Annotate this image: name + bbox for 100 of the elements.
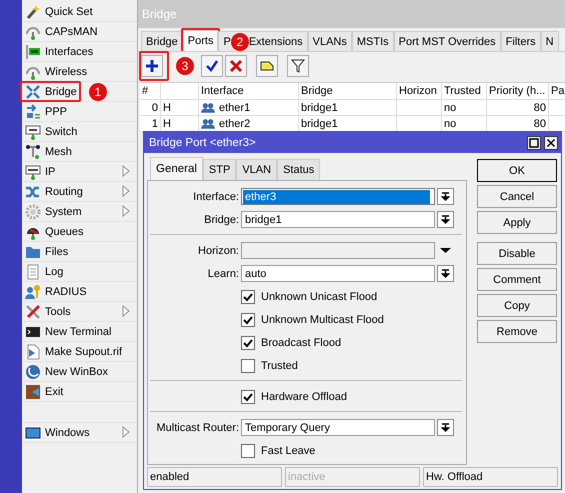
checkbox[interactable]: Unknown Unicast Flood <box>241 285 378 308</box>
field-label: Horizon: <box>197 244 240 257</box>
menu-item[interactable]: Switch <box>22 123 80 140</box>
dialog-button[interactable]: Remove <box>477 320 557 344</box>
submenu-arrow-icon <box>122 165 130 177</box>
menu-item[interactable]: Make Supout.rif <box>22 343 124 360</box>
menu-item[interactable]: Files <box>22 243 70 260</box>
table-cell: H <box>163 118 171 130</box>
ip-icon <box>25 164 41 180</box>
add-button[interactable] <box>141 55 163 77</box>
checkbox[interactable]: Unknown Multicast Flood <box>241 308 384 332</box>
dialog-button[interactable]: Copy <box>477 294 557 318</box>
field-label: Interface: <box>192 190 240 203</box>
arrows-icon <box>25 84 41 100</box>
menu-item[interactable]: Exit <box>22 383 66 400</box>
check-icon <box>243 338 253 348</box>
table-cell: ether1 <box>219 102 250 114</box>
menu-item[interactable]: Mesh <box>22 143 74 160</box>
column-header[interactable]: Pa <box>549 83 565 99</box>
dialog-button[interactable]: Cancel <box>477 185 557 208</box>
maximize-icon[interactable] <box>527 136 541 150</box>
menu-item[interactable]: Quick Set <box>22 3 95 20</box>
switch-icon <box>25 124 41 140</box>
dropdown-field[interactable]: ether3 <box>241 188 435 206</box>
column-header[interactable]: Trusted <box>442 83 487 99</box>
menu-item[interactable]: Routing <box>22 183 85 200</box>
menu-item[interactable]: IP <box>22 163 58 180</box>
users-icon <box>201 102 215 113</box>
menu-item[interactable]: Tools <box>22 303 73 320</box>
window-icon <box>25 424 41 440</box>
table-cell: bridge1 <box>301 118 338 130</box>
tab[interactable]: STP <box>202 159 236 180</box>
tools-icon <box>25 304 41 320</box>
table-cell: 80 <box>534 118 546 130</box>
enable-button[interactable] <box>201 55 223 77</box>
submenu-arrow-icon <box>122 305 130 317</box>
dropdown-button-icon[interactable] <box>437 265 454 282</box>
table-cell: ether2 <box>219 118 250 130</box>
menu-item[interactable]: RADIUS <box>22 283 89 300</box>
tab[interactable]: Bridge <box>141 31 183 51</box>
checkbox[interactable]: Broadcast Flood <box>241 331 342 354</box>
tab[interactable]: VLANs <box>308 31 352 51</box>
menu-item[interactable]: PPP <box>22 103 70 120</box>
check-icon <box>243 292 253 302</box>
menu-item[interactable]: Wireless <box>22 63 90 80</box>
dialog-button[interactable]: Disable <box>477 242 557 266</box>
field-label: Learn: <box>206 268 240 280</box>
field-label: Bridge: <box>203 214 240 226</box>
tab[interactable]: General <box>150 157 203 180</box>
dropdown-button-icon[interactable] <box>437 188 454 206</box>
menu-item[interactable]: Log <box>22 263 66 280</box>
dropdown-button-icon[interactable] <box>437 419 454 436</box>
table-cell: 1 <box>152 118 158 130</box>
disable-button[interactable] <box>225 55 247 77</box>
menu-item[interactable]: Interfaces <box>22 43 96 60</box>
dropdown-field[interactable]: Temporary Query <box>241 419 435 436</box>
menu-item[interactable]: Queues <box>22 223 86 240</box>
dialog-button[interactable]: Comment <box>477 268 557 292</box>
dialog-title: Bridge Port <ether3> <box>149 136 256 149</box>
dropdown-field[interactable]: auto <box>241 265 435 282</box>
tab[interactable]: Ports <box>182 30 218 51</box>
check-icon <box>243 314 253 325</box>
column-header[interactable]: Bridge <box>299 83 397 99</box>
close-icon[interactable] <box>544 136 558 150</box>
submenu-arrow-icon <box>122 426 130 438</box>
menu-item[interactable]: New WinBox <box>22 363 110 380</box>
menu-item[interactable]: System <box>22 203 84 220</box>
menu-item[interactable]: New Terminal <box>22 323 114 340</box>
column-header[interactable]: Priority (h... <box>487 83 549 99</box>
tab[interactable]: Status <box>277 159 320 180</box>
tab[interactable]: VLAN <box>236 159 278 180</box>
column-header[interactable]: Horizon <box>397 83 442 99</box>
cross-icon <box>229 59 243 73</box>
checkbox[interactable]: Fast Leave <box>241 439 316 462</box>
tab[interactable]: MSTIs <box>352 31 394 51</box>
menu-item[interactable]: Bridge <box>22 83 79 100</box>
status-field: Hw. Offload <box>423 467 558 487</box>
column-header[interactable]: Interface <box>199 83 299 99</box>
plus-icon <box>145 59 159 73</box>
checkbox[interactable]: Hardware Offload <box>241 385 348 408</box>
tab[interactable]: N <box>540 31 559 51</box>
table-cell: 80 <box>534 102 546 114</box>
table-cell: no <box>444 102 456 114</box>
document-arrow-icon <box>25 344 41 360</box>
table-cell: bridge1 <box>301 102 338 114</box>
column-header[interactable]: # <box>140 83 161 99</box>
dropdown-field[interactable]: bridge1 <box>241 211 435 228</box>
dialog-button[interactable]: Apply <box>477 211 557 234</box>
tab[interactable]: Port MST Overrides <box>394 31 501 51</box>
menu-item[interactable]: Windows <box>22 424 92 441</box>
dialog-button[interactable]: OK <box>477 159 557 182</box>
tab[interactable]: Filters <box>500 31 541 51</box>
comment-button[interactable] <box>256 55 278 77</box>
filter-button[interactable] <box>287 55 309 77</box>
checkbox[interactable]: Trusted <box>241 354 298 378</box>
menu-item[interactable]: CAPsMAN <box>22 23 100 40</box>
users-icon <box>201 118 215 129</box>
submenu-arrow-icon <box>122 205 130 217</box>
dropdown-button-icon[interactable] <box>437 211 454 228</box>
tab[interactable]: P 2 Extensions <box>218 31 308 51</box>
